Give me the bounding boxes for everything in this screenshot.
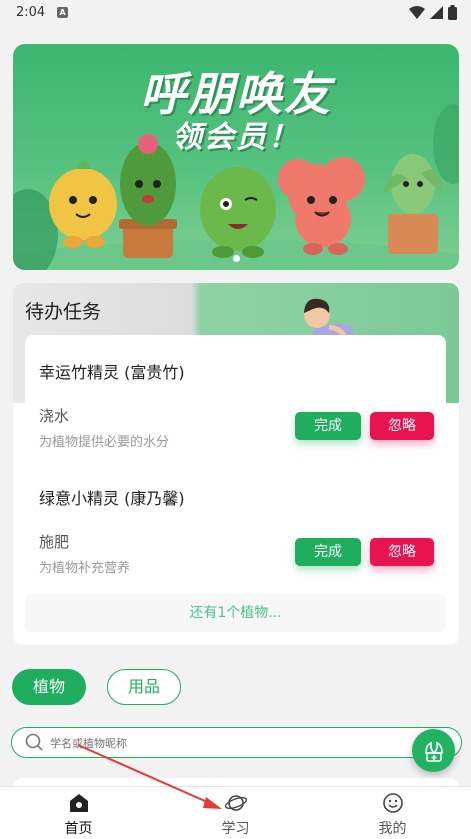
promo-banner[interactable]: 呼朋唤友 领会员！	[13, 44, 459, 270]
nav-learn-label: 学习	[221, 821, 250, 837]
home-icon	[69, 794, 88, 812]
battery-icon	[448, 5, 457, 20]
signal-icon	[430, 6, 443, 19]
category-tabs: 植物 用品	[12, 669, 182, 705]
nav-profile[interactable]: 我的	[314, 787, 471, 839]
plant-task-card: 绿意小精灵 (康乃馨) 施肥 为植物补充营养 完成 忽略	[25, 465, 446, 599]
add-plant-icon	[425, 741, 443, 762]
status-time: 2:04	[16, 5, 46, 20]
wifi-icon	[409, 6, 425, 19]
banner-subtitle: 领会员！	[172, 120, 300, 155]
bottom-navigation: 首页 学习 我的	[0, 786, 471, 839]
pagination-dot	[232, 255, 240, 262]
notification-icon: A	[57, 7, 68, 18]
task-description: 为植物补充营养	[39, 561, 131, 576]
planet-icon	[224, 795, 247, 811]
nav-home[interactable]: 首页	[0, 787, 157, 839]
todo-section: 待办任务 幸运竹精灵 (富贵竹) 浇水 为植物提供必要的水分 完成 忽略 绿意小…	[13, 283, 459, 645]
status-icons	[409, 5, 457, 20]
nav-learn[interactable]: 学习	[157, 787, 314, 839]
nav-profile-label: 我的	[378, 821, 407, 837]
ignore-button[interactable]: 忽略	[370, 538, 434, 566]
plant-name: 幸运竹精灵 (富贵竹)	[39, 363, 185, 382]
task-name: 浇水	[39, 407, 70, 425]
tab-supplies[interactable]: 用品	[107, 669, 182, 705]
banner-pagination	[13, 255, 459, 262]
plant-task-card: 幸运竹精灵 (富贵竹) 浇水 为植物提供必要的水分 完成 忽略	[25, 335, 446, 481]
smiley-icon	[382, 793, 403, 813]
tab-plants[interactable]: 植物	[12, 669, 87, 705]
add-plant-button[interactable]	[412, 729, 455, 772]
todo-title: 待办任务	[25, 301, 102, 323]
task-name: 施肥	[39, 533, 70, 551]
complete-button[interactable]: 完成	[295, 538, 361, 566]
task-description: 为植物提供必要的水分	[39, 435, 170, 450]
ignore-button[interactable]: 忽略	[370, 412, 434, 440]
nav-home-label: 首页	[64, 821, 93, 837]
plant-name: 绿意小精灵 (康乃馨)	[39, 489, 185, 508]
status-bar: 2:04 A	[0, 0, 471, 26]
search-icon	[25, 733, 43, 751]
complete-button[interactable]: 完成	[295, 412, 361, 440]
search-bar	[11, 727, 462, 758]
more-plants-button[interactable]: 还有1个植物...	[25, 594, 446, 632]
search-input[interactable]	[50, 733, 410, 753]
